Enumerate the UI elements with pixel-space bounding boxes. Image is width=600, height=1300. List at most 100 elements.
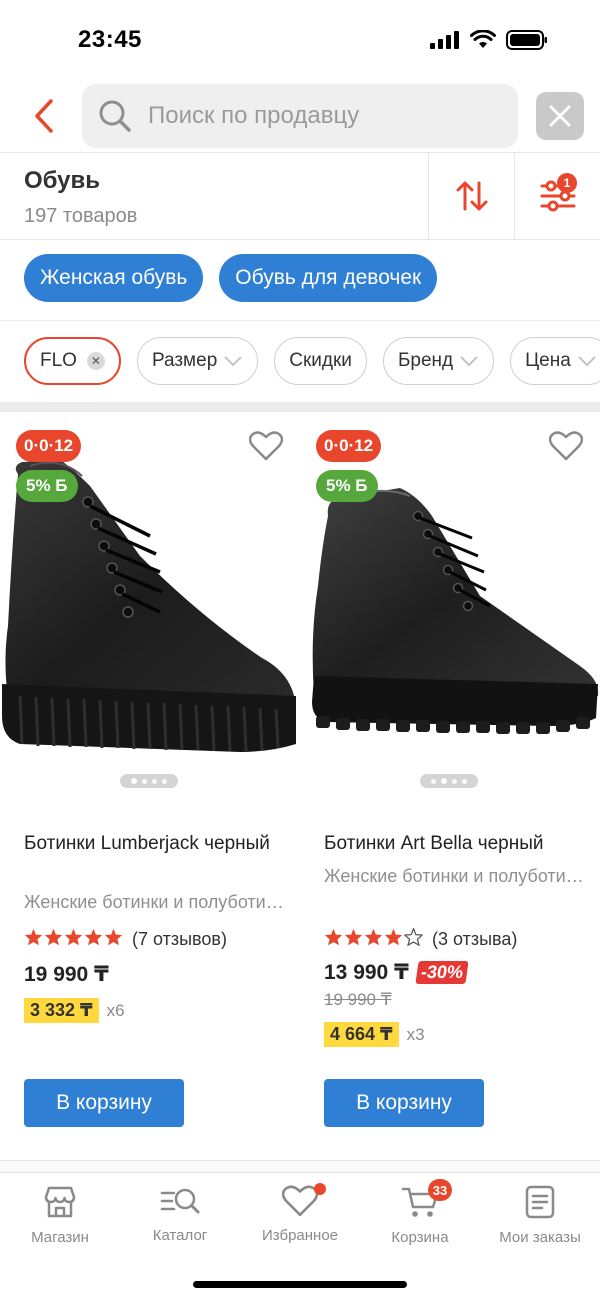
status-bar: 23:45 (0, 0, 600, 80)
chip-brand[interactable]: Бренд (382, 337, 495, 385)
star-icon (403, 927, 424, 947)
product-card[interactable]: 0·0·12 5% Б Ботинки Art Bella черный Жен… (300, 412, 600, 1162)
search-icon (99, 100, 131, 132)
tab-catalog[interactable]: Каталог (120, 1173, 240, 1268)
signal-icon (430, 31, 459, 49)
installment-badge: 0·0·12 (16, 430, 82, 462)
chip-label: Скидки (289, 350, 352, 371)
section-divider (0, 402, 600, 412)
category-title: Обувь (24, 167, 101, 194)
remove-filter-icon[interactable]: ✕ (86, 352, 105, 370)
filter-button[interactable]: 1 (514, 153, 600, 239)
status-icons (430, 30, 548, 50)
wifi-icon (470, 30, 496, 48)
star-icon (64, 928, 83, 946)
tab-store[interactable]: Магазин (0, 1173, 120, 1268)
discount-badge: -30% (415, 961, 469, 984)
chip-discounts[interactable]: Скидки (274, 337, 367, 385)
chevron-down-icon (223, 355, 243, 367)
notification-dot (314, 1183, 326, 1195)
filter-chips-row: FLO ✕ Размер Скидки Бренд Цена (0, 320, 600, 402)
star-icon (44, 928, 63, 946)
current-price: 19 990 ₸ (24, 963, 109, 986)
chip-price[interactable]: Цена (510, 337, 600, 385)
tab-favorites[interactable]: Избранное (240, 1173, 360, 1268)
back-button[interactable] (26, 96, 62, 136)
chevron-down-icon (459, 355, 479, 367)
heart-outline-icon (249, 431, 283, 461)
installment-amount: 3 332 ₸ (24, 998, 99, 1023)
product-count: 197 товаров (24, 205, 138, 227)
favorite-button[interactable] (546, 428, 586, 464)
chip-brand-flo[interactable]: FLO ✕ (24, 337, 121, 385)
bottom-divider (0, 1160, 600, 1172)
category-header: Обувь 197 товаров 1 (0, 152, 600, 240)
chip-label: Бренд (397, 350, 454, 371)
tab-label: Избранное (261, 1227, 339, 1244)
tab-cart[interactable]: 33 Корзина (360, 1173, 480, 1268)
product-rating: (3 отзыва) (324, 927, 518, 951)
chip-size[interactable]: Размер (136, 337, 259, 385)
product-name[interactable]: Ботинки Art Bella черный (324, 830, 586, 857)
cart-count-badge: 33 (428, 1179, 452, 1201)
installment-term: x3 (406, 1024, 425, 1044)
sort-arrows-icon (456, 181, 487, 211)
star-icon (24, 928, 43, 946)
subcategory-girls-shoes[interactable]: Обувь для девочек (219, 254, 438, 302)
chip-label: Размер (151, 350, 218, 371)
product-price: 13 990 ₸ -30% (324, 960, 469, 985)
rating-stars (24, 928, 124, 951)
review-count: (3 отзыва) (432, 929, 518, 949)
add-to-cart-button[interactable]: В корзину (324, 1079, 484, 1127)
tab-orders[interactable]: Мои заказы (480, 1173, 600, 1268)
search-input[interactable]: Поиск по продавцу (82, 84, 518, 148)
installment-info: 4 664 ₸ x3 (324, 1022, 425, 1047)
installment-info: 3 332 ₸ x6 (24, 998, 125, 1023)
chip-label: Цена (525, 350, 571, 371)
clear-search-button[interactable] (536, 92, 584, 140)
product-price: 19 990 ₸ (24, 962, 109, 987)
subcategory-womens-shoes[interactable]: Женская обувь (24, 254, 204, 302)
tab-label: Корзина (391, 1229, 449, 1246)
battery-icon (506, 30, 547, 50)
sort-button[interactable] (428, 153, 514, 239)
star-icon (104, 928, 123, 946)
image-pagination-dots (120, 774, 178, 788)
add-to-cart-button[interactable]: В корзину (24, 1079, 184, 1127)
home-indicator (193, 1281, 407, 1288)
star-icon (344, 928, 363, 946)
bottom-tab-bar: Магазин Каталог Избранное 33 Корзина Мои… (0, 1172, 600, 1268)
search-placeholder: Поиск по продавцу (148, 102, 360, 129)
chevron-left-icon (35, 99, 53, 133)
orders-icon (525, 1185, 555, 1219)
old-price: 19 990 ₸ (324, 990, 392, 1009)
star-icon (364, 928, 383, 946)
image-pagination-dots (420, 774, 478, 788)
installment-amount: 4 664 ₸ (324, 1022, 399, 1047)
heart-outline-icon (549, 431, 583, 461)
star-icon (84, 928, 103, 946)
current-price: 13 990 ₸ (324, 961, 409, 984)
subcategory-list: Женская обувь Обувь для девочек (24, 254, 438, 302)
review-count: (7 отзывов) (132, 929, 227, 949)
tab-label: Магазин (31, 1229, 89, 1246)
star-icon (384, 928, 403, 946)
tab-label: Мои заказы (499, 1229, 581, 1246)
store-icon (44, 1186, 76, 1218)
rating-stars (324, 927, 424, 951)
chevron-down-icon (577, 355, 597, 367)
chip-label: FLO (40, 350, 77, 371)
catalog-search-icon (160, 1188, 200, 1214)
favorite-button[interactable] (246, 428, 286, 464)
product-rating: (7 отзывов) (24, 928, 227, 951)
filter-count-badge: 1 (557, 173, 577, 193)
product-description: Женские ботинки и полуботинки (324, 866, 586, 886)
installment-badge: 0·0·12 (316, 430, 382, 462)
bonus-badge: 5% Б (16, 470, 78, 502)
product-name[interactable]: Ботинки Lumberjack черный (24, 830, 286, 857)
close-icon (549, 105, 571, 127)
product-card[interactable]: 0·0·12 5% Б Ботинки Lumberjack черный Же… (0, 412, 300, 1162)
product-description: Женские ботинки и полуботинки (24, 892, 286, 912)
status-time: 23:45 (78, 26, 142, 53)
tab-label: Каталог (152, 1227, 208, 1244)
